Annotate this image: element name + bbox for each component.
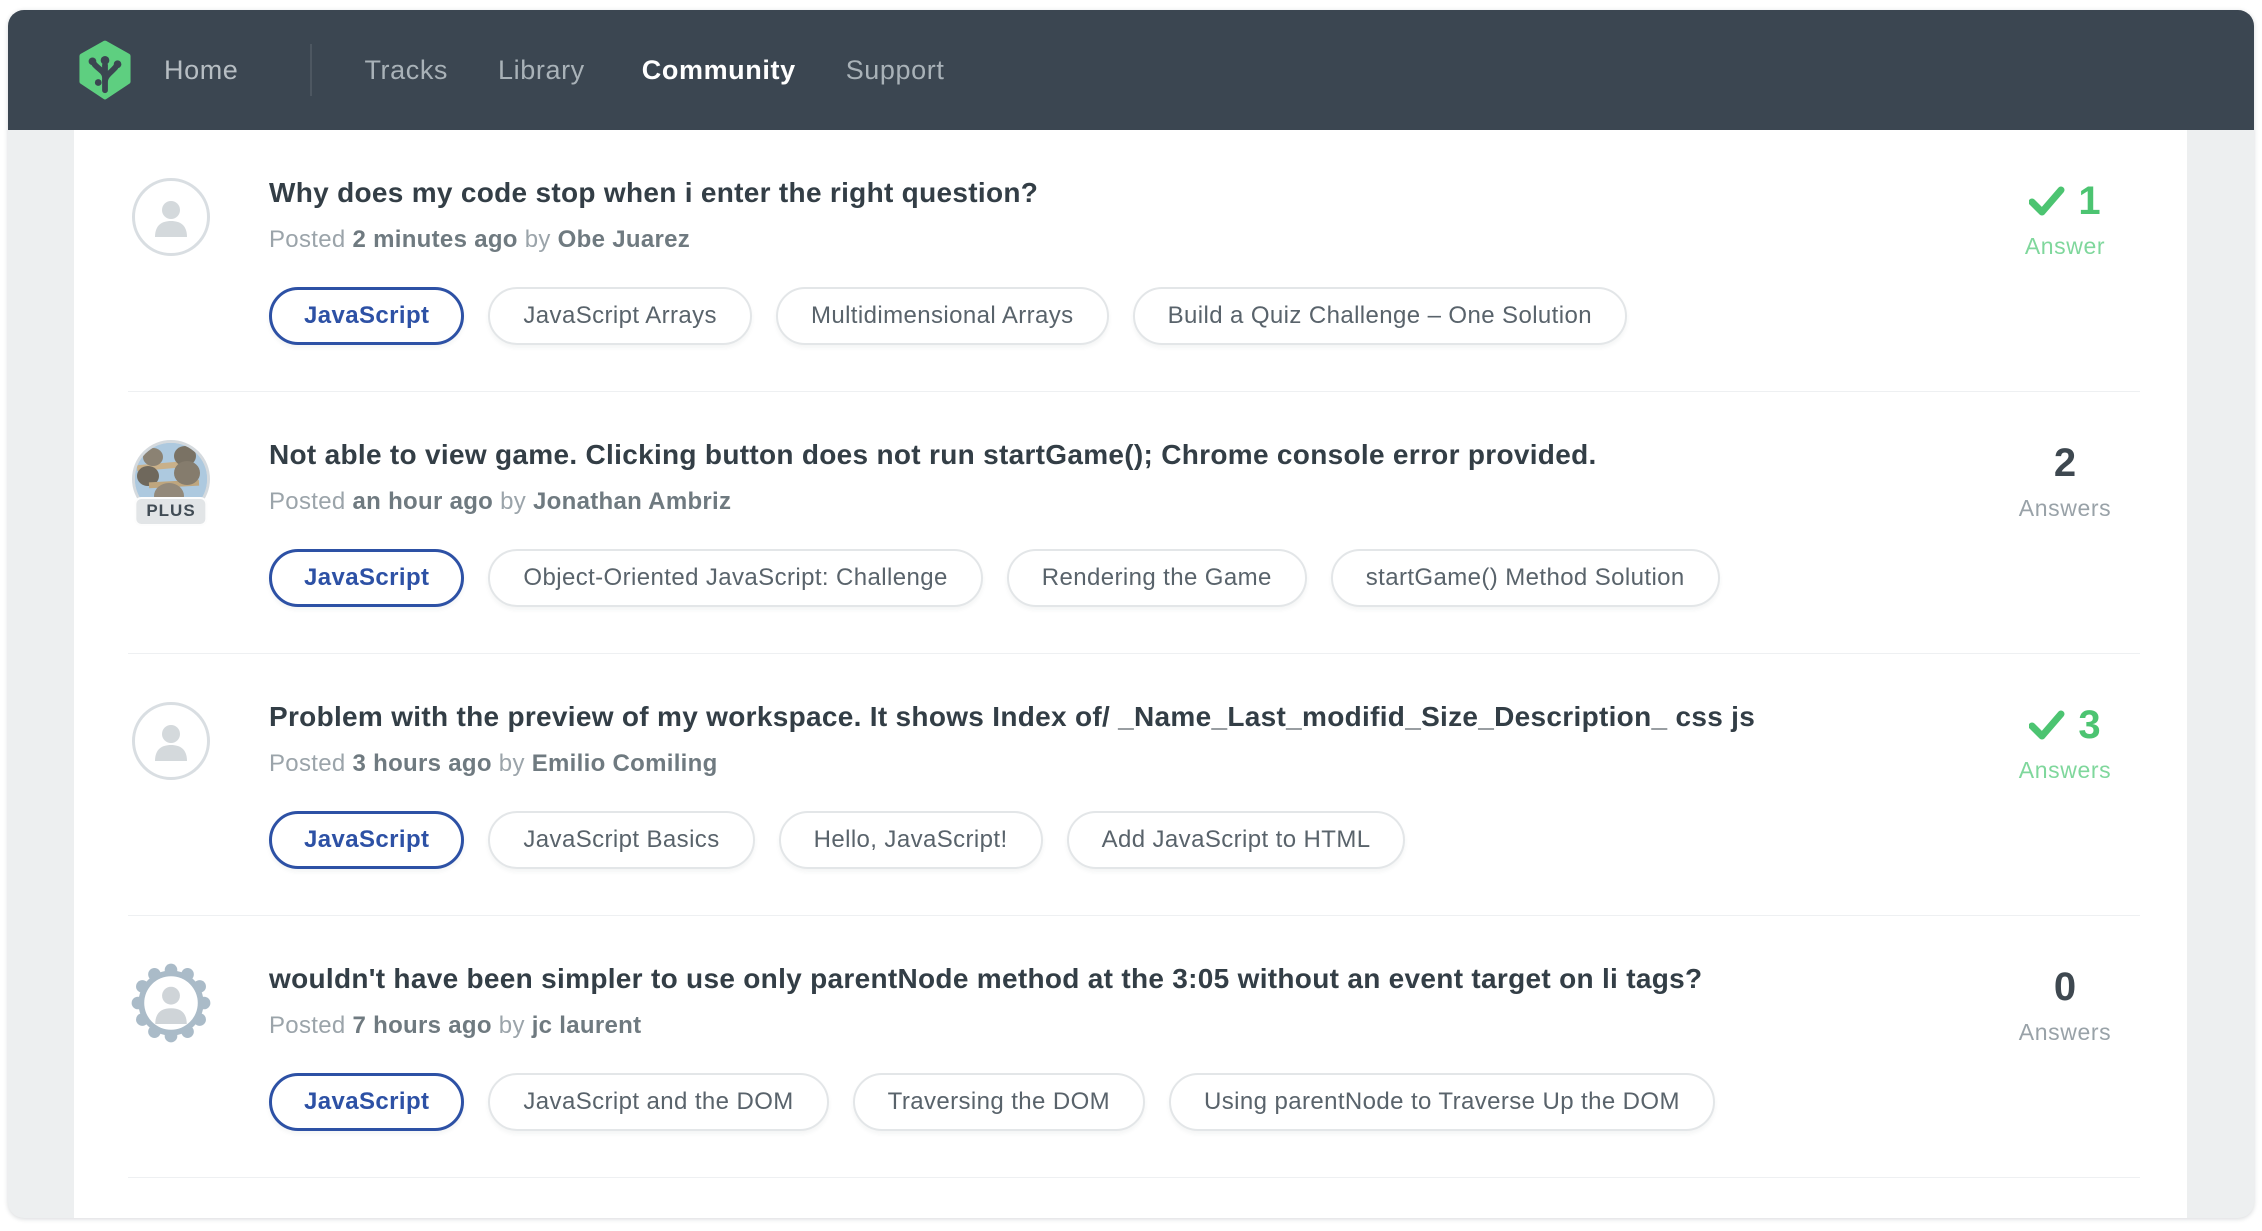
- plus-badge: PLUS: [134, 497, 207, 526]
- question-meta: Posted 2 minutes ago by Obe Juarez: [269, 226, 1990, 254]
- nav-divider: [310, 44, 312, 96]
- default-avatar-icon: [132, 702, 210, 780]
- answers-count: 1: [1990, 178, 2140, 224]
- tag-pill[interactable]: JavaScript: [269, 811, 464, 869]
- question-meta: Posted an hour ago by Jonathan Ambriz: [269, 488, 1990, 516]
- question-content: Why does my code stop when i enter the r…: [269, 178, 1990, 345]
- tag-pill[interactable]: JavaScript Basics: [488, 811, 754, 869]
- tag-pill[interactable]: Rendering the Game: [1007, 549, 1307, 607]
- seal-avatar-icon: [129, 961, 213, 1045]
- top-navbar: Home Tracks Library Community Support: [8, 10, 2254, 130]
- question-row[interactable]: Why does my code stop when i enter the r…: [128, 130, 2140, 392]
- author-name[interactable]: Obe Juarez: [558, 226, 690, 253]
- avatar[interactable]: PLUS: [132, 440, 210, 518]
- by-label: by: [499, 750, 525, 777]
- nav-item-tracks[interactable]: Tracks: [364, 55, 448, 86]
- tag-pill[interactable]: Hello, JavaScript!: [779, 811, 1043, 869]
- person-icon: [149, 195, 193, 239]
- by-label: by: [525, 226, 551, 253]
- nav-item-support[interactable]: Support: [846, 55, 945, 86]
- nav-item-home[interactable]: Home: [164, 55, 238, 86]
- tag-pill[interactable]: Add JavaScript to HTML: [1067, 811, 1406, 869]
- tag-pill[interactable]: JavaScript: [269, 1073, 464, 1131]
- tag-list: JavaScript JavaScript Arrays Multidimens…: [269, 287, 1990, 345]
- tag-pill[interactable]: JavaScript Arrays: [488, 287, 752, 345]
- app-window: Home Tracks Library Community Support: [8, 10, 2254, 1218]
- tag-pill[interactable]: JavaScript: [269, 549, 464, 607]
- question-content: Not able to view game. Clicking button d…: [269, 440, 1990, 607]
- answers-label: Answers: [1990, 495, 2140, 522]
- check-icon: [2029, 710, 2065, 740]
- answers-label: Answers: [1990, 757, 2140, 784]
- answers-count: 3: [1990, 702, 2140, 748]
- nav-item-library[interactable]: Library: [498, 55, 585, 86]
- tag-pill[interactable]: Build a Quiz Challenge – One Solution: [1133, 287, 1627, 345]
- check-icon: [2029, 186, 2065, 216]
- answers-count: 0: [1990, 964, 2140, 1010]
- tag-pill[interactable]: JavaScript: [269, 287, 464, 345]
- question-title[interactable]: wouldn't have been simpler to use only p…: [269, 962, 1990, 996]
- question-meta: Posted 3 hours ago by Emilio Comiling: [269, 750, 1990, 778]
- author-name[interactable]: jc laurent: [532, 1012, 642, 1039]
- author-name[interactable]: Jonathan Ambriz: [533, 488, 731, 515]
- avatar[interactable]: [132, 702, 210, 780]
- tag-pill[interactable]: Traversing the DOM: [853, 1073, 1145, 1131]
- question-row[interactable]: Problem with the preview of my workspace…: [128, 654, 2140, 916]
- answers-summary: 3 Answers: [1990, 702, 2140, 784]
- tag-list: JavaScript JavaScript and the DOM Traver…: [269, 1073, 1990, 1131]
- tag-list: JavaScript Object-Oriented JavaScript: C…: [269, 549, 1990, 607]
- treehouse-logo-icon[interactable]: [78, 39, 132, 101]
- posted-label: Posted: [269, 750, 346, 777]
- posted-time: 7 hours ago: [353, 1012, 492, 1039]
- answers-label: Answers: [1990, 1019, 2140, 1046]
- question-row[interactable]: wouldn't have been simpler to use only p…: [128, 916, 2140, 1178]
- posted-label: Posted: [269, 226, 346, 253]
- question-list: Why does my code stop when i enter the r…: [74, 130, 2187, 1218]
- nav-item-community[interactable]: Community: [642, 55, 796, 86]
- answers-summary: 1 Answer: [1990, 178, 2140, 260]
- answers-count: 2: [1990, 440, 2140, 486]
- answers-summary: 0 Answers: [1990, 964, 2140, 1046]
- posted-time: 2 minutes ago: [353, 226, 518, 253]
- by-label: by: [500, 488, 526, 515]
- page-background: Why does my code stop when i enter the r…: [8, 130, 2254, 1218]
- posted-label: Posted: [269, 1012, 346, 1039]
- question-title[interactable]: Why does my code stop when i enter the r…: [269, 176, 1990, 210]
- tag-pill[interactable]: JavaScript and the DOM: [488, 1073, 828, 1131]
- posted-time: an hour ago: [353, 488, 494, 515]
- question-content: wouldn't have been simpler to use only p…: [269, 964, 1990, 1131]
- tag-list: JavaScript JavaScript Basics Hello, Java…: [269, 811, 1990, 869]
- posted-label: Posted: [269, 488, 346, 515]
- by-label: by: [499, 1012, 525, 1039]
- question-row[interactable]: PLUS Not able to view game. Clicking but…: [128, 392, 2140, 654]
- tag-pill[interactable]: startGame() Method Solution: [1331, 549, 1720, 607]
- posted-time: 3 hours ago: [353, 750, 492, 777]
- default-avatar-icon: [132, 178, 210, 256]
- tag-pill[interactable]: Using parentNode to Traverse Up the DOM: [1169, 1073, 1715, 1131]
- answers-label: Answer: [1990, 233, 2140, 260]
- tag-pill[interactable]: Object-Oriented JavaScript: Challenge: [488, 549, 982, 607]
- tag-pill[interactable]: Multidimensional Arrays: [776, 287, 1109, 345]
- avatar[interactable]: [132, 964, 210, 1047]
- question-title[interactable]: Problem with the preview of my workspace…: [269, 700, 1990, 734]
- answers-summary: 2 Answers: [1990, 440, 2140, 522]
- author-name[interactable]: Emilio Comiling: [532, 750, 718, 777]
- person-icon: [149, 719, 193, 763]
- question-title[interactable]: Not able to view game. Clicking button d…: [269, 438, 1990, 472]
- question-content: Problem with the preview of my workspace…: [269, 702, 1990, 869]
- avatar[interactable]: [132, 178, 210, 256]
- question-meta: Posted 7 hours ago by jc laurent: [269, 1012, 1990, 1040]
